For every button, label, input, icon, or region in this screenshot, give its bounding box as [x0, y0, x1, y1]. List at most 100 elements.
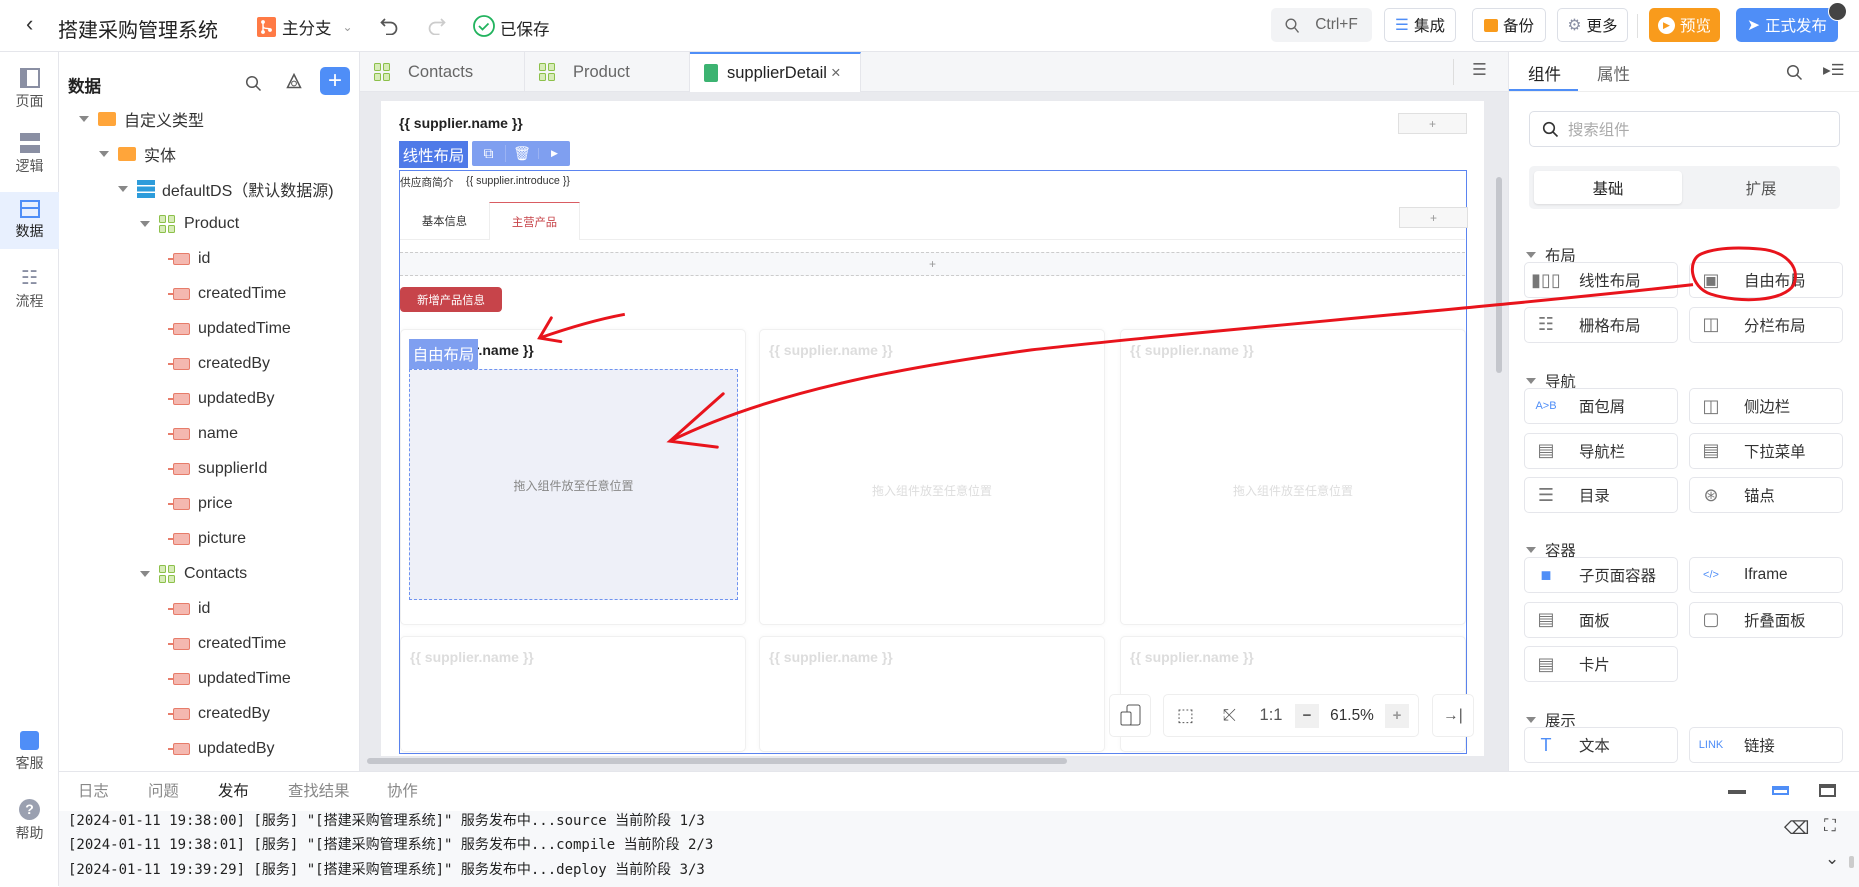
component-toc[interactable]: ☰ 目录 — [1524, 477, 1678, 513]
tree-node-field[interactable]: updatedTime — [168, 665, 291, 693]
component-column-layout[interactable]: ◫ 分栏布局 — [1689, 306, 1843, 343]
tree-node-field[interactable]: updatedTime — [168, 315, 291, 343]
add-tab-button[interactable]: + — [1399, 207, 1468, 228]
tree-node-folder[interactable]: 自定义类型 — [79, 105, 204, 133]
tab-product[interactable]: Product — [525, 52, 690, 92]
select-frame-icon[interactable]: ⬚ — [1164, 705, 1207, 726]
linear-layout-frame[interactable]: 供应商简介 {{ supplier.introduce }} 基本信息 主营产品… — [399, 170, 1468, 754]
publish-button[interactable]: ➤ 正式发布 — [1736, 8, 1838, 42]
minimize-icon[interactable] — [1728, 790, 1746, 794]
back-chevron-icon[interactable]: ‹ — [26, 11, 33, 37]
tab-supplier-detail[interactable]: supplierDetail × — [690, 52, 861, 92]
tab-properties[interactable]: 属性 — [1597, 61, 1630, 85]
tab-contacts[interactable]: Contacts — [360, 52, 525, 92]
caret-down-icon[interactable] — [140, 221, 150, 227]
component-free-layout[interactable]: ▣ 自由布局 — [1689, 262, 1843, 298]
vertical-scrollbar[interactable] — [1496, 177, 1502, 373]
component-linear-layout[interactable]: ▮▯▯ 线性布局 — [1524, 262, 1678, 298]
horizontal-scrollbar[interactable] — [367, 758, 1067, 764]
tree-node-field[interactable]: id — [168, 595, 210, 623]
rail-item-help[interactable]: ? 帮助 — [0, 792, 59, 849]
delete-icon[interactable]: 🗑 — [505, 145, 538, 162]
list-icon[interactable]: ☰ — [1472, 60, 1487, 80]
fit-screen-icon[interactable]: ⤪ — [1207, 706, 1252, 725]
fullscreen-icon[interactable]: ⛶ — [1824, 816, 1836, 836]
tree-node-field[interactable]: createdBy — [168, 350, 270, 378]
component-iframe[interactable]: </> Iframe — [1689, 557, 1843, 593]
tree-node-field[interactable]: createdTime — [168, 630, 286, 658]
component-card[interactable]: ▤ 卡片 — [1524, 646, 1678, 682]
maximize-icon[interactable] — [1819, 784, 1836, 797]
tab-components[interactable]: 组件 — [1528, 61, 1561, 85]
product-card[interactable]: {{ supplier.name }} 拖入组件放至任意位置 — [759, 329, 1105, 625]
duplicate-icon[interactable]: ⧉ — [472, 145, 505, 162]
tab-log[interactable]: 日志 — [78, 779, 109, 801]
branch-selector[interactable]: 主分支 ⌄ — [257, 15, 353, 39]
collapse-panel-button[interactable]: →| — [1432, 694, 1474, 737]
component-sidebar[interactable]: ◫ 侧边栏 — [1689, 388, 1843, 424]
tab-collab[interactable]: 协作 — [387, 779, 418, 801]
segment-extend[interactable]: 扩展 — [1687, 171, 1835, 204]
actual-size-button[interactable]: 1:1 — [1252, 706, 1290, 725]
integrate-button[interactable]: ☰ 集成 — [1384, 8, 1456, 42]
tab-basic-info[interactable]: 基本信息 — [400, 202, 489, 240]
drop-zone[interactable]: + — [400, 252, 1465, 276]
tree-node-entity[interactable]: Contacts — [140, 560, 247, 588]
backup-button[interactable]: 备份 — [1472, 8, 1546, 42]
free-layout-dropzone[interactable]: 拖入组件放至任意位置 — [409, 369, 738, 600]
product-card[interactable]: {{ supplier.name }} 自由布局 拖入组件放至任意位置 — [400, 329, 746, 625]
more-button[interactable]: ⚙ 更多 — [1557, 8, 1628, 42]
component-subpage[interactable]: ■ 子页面容器 — [1524, 557, 1678, 593]
scroll-bottom-icon[interactable]: ⌄ — [1825, 849, 1839, 869]
log-scrollbar[interactable] — [1849, 856, 1854, 868]
product-card[interactable]: {{ supplier.name }} — [400, 636, 746, 752]
tab-main-products[interactable]: 主营产品 — [489, 202, 580, 240]
tab-search-results[interactable]: 查找结果 — [288, 779, 350, 801]
product-card[interactable]: {{ supplier.name }} 拖入组件放至任意位置 — [1120, 329, 1466, 625]
tree-node-field[interactable]: price — [168, 490, 233, 518]
caret-down-icon[interactable] — [99, 151, 109, 157]
tree-node-entity[interactable]: Product — [140, 210, 239, 238]
rail-item-logic[interactable]: 逻辑 — [0, 126, 59, 183]
tab-issues[interactable]: 问题 — [148, 779, 179, 801]
tree-node-folder[interactable]: 实体 — [99, 140, 176, 168]
caret-down-icon[interactable] — [140, 571, 150, 577]
component-anchor[interactable]: ⊛ 锚点 — [1689, 477, 1843, 513]
redo-icon[interactable] — [426, 14, 447, 35]
search-button[interactable]: Ctrl+F — [1271, 8, 1372, 42]
component-navbar[interactable]: ▤ 导航栏 — [1524, 432, 1678, 469]
component-breadcrumb[interactable]: A>B 面包屑 — [1524, 388, 1678, 424]
search-icon[interactable] — [1786, 64, 1803, 81]
add-button[interactable]: + — [320, 67, 350, 95]
eraser-icon[interactable]: ⌫ — [1784, 818, 1809, 839]
add-row-button[interactable]: + — [1398, 113, 1467, 134]
tab-publish[interactable]: 发布 — [218, 779, 249, 801]
tree-node-datasource[interactable]: defaultDS（默认数据源) — [118, 175, 334, 203]
component-collapse[interactable]: ▢ 折叠面板 — [1689, 601, 1843, 638]
tree-node-field[interactable]: supplierId — [168, 455, 267, 483]
add-product-button[interactable]: 新增产品信息 — [400, 287, 502, 312]
tree-node-field[interactable]: picture — [168, 525, 246, 553]
locate-icon[interactable] — [285, 73, 303, 91]
segment-basic[interactable]: 基础 — [1534, 171, 1682, 204]
tree-node-field[interactable]: updatedBy — [168, 385, 275, 413]
component-grid-layout[interactable]: ☷ 栅格布局 — [1524, 306, 1678, 343]
zoom-in-icon[interactable]: + — [1385, 703, 1409, 728]
tree-node-field[interactable]: name — [168, 420, 238, 448]
collapse-icon[interactable]: ▸☰ — [1823, 61, 1845, 80]
rail-item-data[interactable]: 数据 — [0, 192, 59, 249]
avatar[interactable] — [1828, 2, 1847, 21]
tree-node-field[interactable]: updatedBy — [168, 735, 275, 763]
tree-node-field[interactable]: createdBy — [168, 700, 270, 728]
rail-item-support[interactable]: 客服 — [0, 723, 59, 780]
zoom-out-icon[interactable]: − — [1295, 703, 1319, 728]
undo-icon[interactable] — [379, 14, 400, 35]
rail-item-flow[interactable]: ☷ 流程 — [0, 261, 59, 318]
rail-item-page[interactable]: 页面 — [0, 61, 59, 118]
component-dropdown[interactable]: ▤ 下拉菜单 — [1689, 432, 1843, 469]
device-toggle-button[interactable] — [1109, 694, 1151, 737]
search-icon[interactable] — [245, 75, 262, 92]
component-search-input[interactable]: 搜索组件 — [1529, 111, 1840, 147]
half-panel-icon[interactable] — [1772, 786, 1789, 795]
expand-icon[interactable]: ▶ — [538, 148, 570, 159]
